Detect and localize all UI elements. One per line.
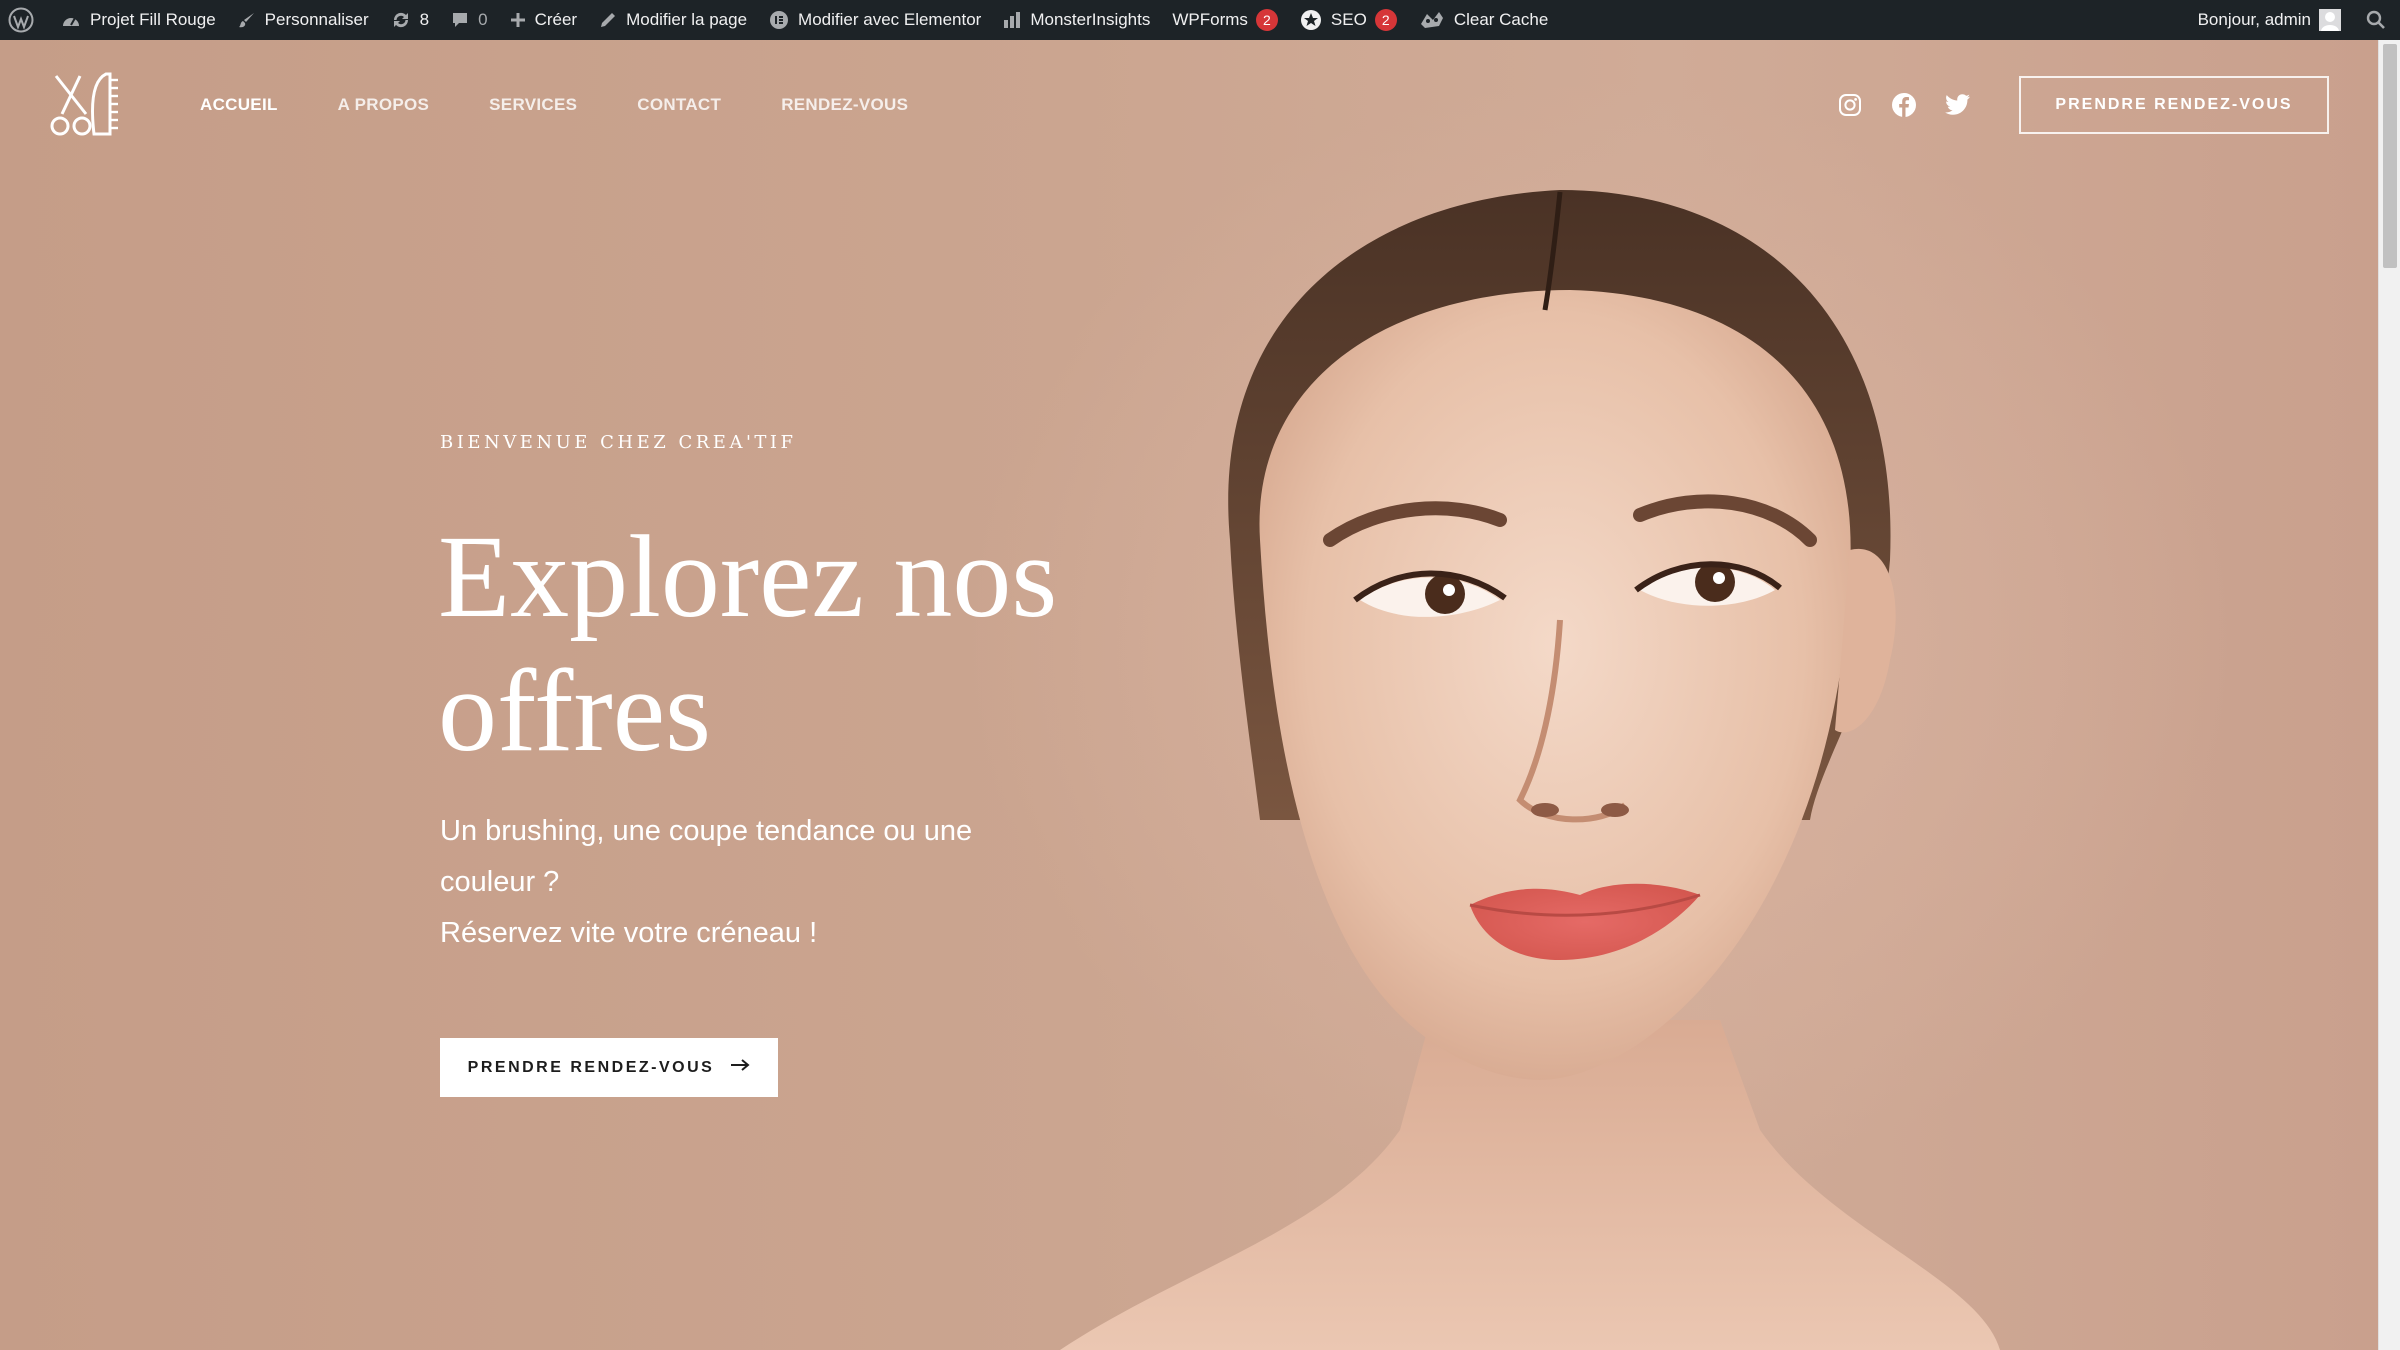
clear-cache-link[interactable]: Clear Cache [1408, 0, 1560, 40]
monsterinsights-label: MonsterInsights [1030, 10, 1151, 29]
hero-section [0, 40, 2378, 1350]
twitter-icon[interactable] [1944, 91, 1972, 119]
social-links [1836, 40, 1972, 170]
scrollbar-thumb[interactable] [2383, 44, 2397, 268]
site-logo[interactable] [50, 70, 122, 142]
nav-item-rendez-vous[interactable]: RENDEZ-VOUS [781, 95, 908, 115]
monsterinsights-link[interactable]: MonsterInsights [992, 0, 1161, 40]
seo-label: SEO [1330, 10, 1367, 29]
site-name-link[interactable]: Projet Fill Rouge [50, 0, 227, 40]
wpforms-label: WPForms [1172, 10, 1248, 29]
plus-icon [510, 12, 526, 28]
instagram-icon[interactable] [1836, 91, 1864, 119]
seo-icon [1300, 9, 1322, 31]
wordpress-logo-button[interactable] [0, 0, 50, 40]
site-header: ACCUEIL A PROPOS SERVICES CONTACT RENDEZ… [0, 40, 2378, 170]
site-name-label: Projet Fill Rouge [90, 10, 216, 29]
hero-lead-line-2: Réservez vite votre créneau ! [440, 917, 818, 949]
header-appointment-button[interactable]: PRENDRE RENDEZ-VOUS [2019, 76, 2329, 134]
hero-lead-line-1: Un brushing, une coupe tendance ou une c… [440, 815, 973, 898]
main-navigation: ACCUEIL A PROPOS SERVICES CONTACT RENDEZ… [200, 40, 908, 170]
edit-elementor-label: Modifier avec Elementor [798, 10, 982, 29]
elementor-icon [769, 10, 789, 30]
customize-link[interactable]: Personnaliser [227, 0, 380, 40]
arrow-right-icon [730, 1058, 750, 1077]
seo-badge: 2 [1374, 9, 1397, 31]
updates-icon [391, 11, 411, 29]
hero-kicker: BIENVENUE CHEZ CREA'TIF [440, 432, 797, 453]
edit-elementor-link[interactable]: Modifier avec Elementor [758, 0, 992, 40]
avatar [2319, 9, 2341, 31]
comments-count: 0 [478, 10, 488, 29]
cache-icon [1419, 10, 1445, 30]
hero-headline: Explorez nos offres [438, 511, 1058, 776]
updates-link[interactable]: 8 [380, 0, 440, 40]
hero-appointment-button[interactable]: PRENDRE RENDEZ-VOUS [440, 1038, 778, 1097]
search-icon [2366, 10, 2386, 30]
new-content-link[interactable]: Créer [499, 0, 589, 40]
page-scrollbar[interactable] [2378, 40, 2400, 1350]
new-content-label: Créer [534, 10, 578, 29]
nav-item-accueil[interactable]: ACCUEIL [200, 95, 278, 115]
clear-cache-label: Clear Cache [1453, 10, 1549, 29]
greeting-label: Bonjour, admin [2197, 10, 2311, 29]
updates-count: 8 [419, 10, 430, 29]
comment-icon [451, 11, 469, 29]
hero-cta-label: PRENDRE RENDEZ-VOUS [467, 1058, 715, 1076]
comments-link[interactable]: 0 [440, 0, 498, 40]
hero-lead: Un brushing, une coupe tendance ou une c… [440, 806, 1040, 959]
dashboard-icon [61, 11, 81, 29]
admin-search-button[interactable] [2352, 0, 2400, 40]
scissors-comb-logo-icon [50, 72, 118, 136]
wordpress-icon [8, 7, 34, 33]
admin-bar: Projet Fill Rouge Personnaliser 8 0 Crée… [0, 0, 2400, 40]
customize-label: Personnaliser [264, 10, 369, 29]
edit-page-link[interactable]: Modifier la page [588, 0, 758, 40]
nav-item-a-propos[interactable]: A PROPOS [338, 95, 430, 115]
nav-item-services[interactable]: SERVICES [489, 95, 577, 115]
wpforms-badge: 2 [1255, 9, 1278, 31]
seo-link[interactable]: SEO 2 [1289, 0, 1408, 40]
facebook-icon[interactable] [1890, 91, 1918, 119]
brush-icon [238, 11, 256, 29]
pencil-icon [599, 11, 617, 29]
my-account-link[interactable]: Bonjour, admin [2187, 0, 2352, 40]
bar-chart-icon [1003, 11, 1021, 29]
nav-item-contact[interactable]: CONTACT [637, 95, 721, 115]
edit-page-label: Modifier la page [626, 10, 748, 29]
wpforms-link[interactable]: WPForms 2 [1161, 0, 1289, 40]
